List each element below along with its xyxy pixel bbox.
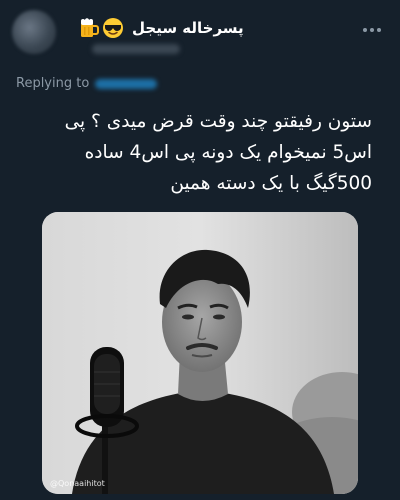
tweet-media-image[interactable]: @Qonaaihitot [42, 212, 358, 494]
more-options-icon[interactable] [362, 20, 382, 40]
replying-to-label: Replying to [16, 76, 90, 91]
redacted-reply-target-link[interactable] [95, 78, 158, 89]
media-photo [42, 212, 358, 494]
tweet-card[interactable]: پسرخاله سیجل Replying to ستون رفیقتو چند… [0, 0, 400, 500]
avatar[interactable] [12, 10, 56, 54]
smiling-face-with-sunglasses-icon [102, 17, 124, 39]
redacted-handle [92, 44, 180, 54]
beer-icon [78, 17, 100, 39]
author-name-row[interactable]: پسرخاله سیجل [78, 16, 244, 40]
display-name[interactable]: پسرخاله سیجل [132, 19, 244, 37]
media-watermark: @Qonaaihitot [50, 479, 105, 488]
tweet-text: ستون رفیقتو چند وقت قرض میدی ؟ پی اس5 نم… [64, 111, 372, 194]
replying-to-line: Replying to [16, 76, 158, 91]
name-emojis [78, 17, 124, 39]
